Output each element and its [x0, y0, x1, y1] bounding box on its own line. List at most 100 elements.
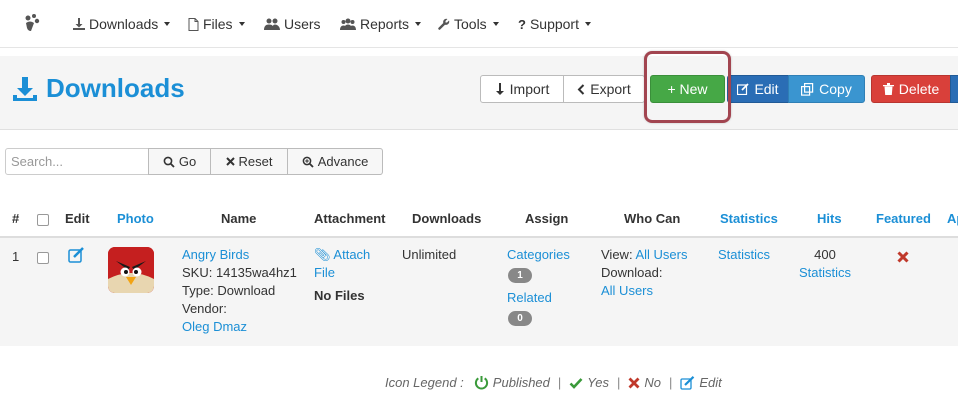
attach-file-label[interactable]: File	[314, 264, 370, 282]
legend-title: Icon Legend :	[385, 375, 464, 390]
power-icon	[474, 376, 488, 390]
more-actions-button[interactable]	[950, 75, 958, 103]
vendor-link[interactable]: Oleg Dmaz	[182, 318, 297, 336]
hits-statistics-link[interactable]: Statistics	[797, 264, 853, 282]
import-label: Import	[509, 81, 550, 97]
nav-support-label: Support	[529, 16, 579, 32]
new-label: + New	[667, 81, 708, 97]
nav-tools[interactable]: Tools	[438, 16, 499, 32]
zoom-in-icon	[302, 156, 314, 168]
categories-link[interactable]: Categories	[507, 246, 570, 264]
wrench-icon	[438, 18, 450, 30]
advance-button[interactable]: Advance	[287, 148, 383, 175]
download-users-link[interactable]: All Users	[601, 282, 687, 300]
angry-bird-icon	[108, 247, 154, 293]
col-who-can: Who Can	[624, 211, 681, 226]
chevron-down-icon	[238, 22, 245, 26]
view-label: View:	[601, 247, 633, 262]
col-photo[interactable]: Photo	[117, 211, 154, 226]
trash-icon	[882, 83, 894, 95]
who-can-cell: View: All Users Download: All Users	[601, 246, 687, 300]
legend-no: No	[644, 375, 661, 390]
new-button[interactable]: + New	[650, 75, 725, 103]
legend-separator: |	[669, 375, 673, 390]
row-number: 1	[12, 249, 20, 264]
row-checkbox[interactable]	[37, 252, 49, 264]
col-truncated[interactable]: Ap	[947, 211, 958, 226]
reset-button[interactable]: Reset	[210, 148, 288, 175]
related-link[interactable]: Related	[507, 289, 570, 307]
chevron-down-icon	[492, 22, 499, 26]
import-button[interactable]: Import	[480, 75, 564, 103]
close-icon	[628, 377, 640, 388]
edit-icon	[737, 83, 750, 95]
logo-icon[interactable]	[22, 13, 42, 33]
chevron-left-icon	[577, 83, 585, 95]
nav-downloads[interactable]: Downloads	[73, 16, 171, 32]
legend-separator: |	[557, 375, 562, 390]
check-icon	[569, 377, 583, 389]
nav-files-label: Files	[203, 16, 233, 32]
page-title: Downloads	[12, 73, 185, 104]
delete-button[interactable]: Delete	[871, 75, 951, 103]
search-input[interactable]	[5, 148, 149, 175]
paperclip-icon: 📎︎	[314, 247, 331, 262]
nav-files[interactable]: Files	[188, 16, 245, 32]
users-icon	[264, 18, 280, 30]
name-cell: Angry Birds SKU: 14135wa4hz1 Type: Downl…	[182, 246, 297, 336]
nav-downloads-label: Downloads	[89, 16, 159, 32]
vendor-label: Vendor:	[182, 301, 227, 316]
legend-edit: Edit	[699, 375, 722, 390]
legend-yes: Yes	[587, 375, 609, 390]
nav-reports-label: Reports	[360, 16, 410, 32]
nav-reports[interactable]: Reports	[340, 16, 422, 32]
download-label: Download:	[601, 265, 663, 280]
page-title-text: Downloads	[46, 73, 185, 103]
edit-button[interactable]: Edit	[727, 75, 789, 103]
col-downloads: Downloads	[412, 211, 482, 226]
edit-label: Edit	[754, 81, 779, 97]
view-users-link[interactable]: All Users	[635, 247, 687, 262]
col-number: #	[12, 211, 20, 226]
col-hits[interactable]: Hits	[817, 211, 842, 226]
select-all-checkbox[interactable]	[37, 214, 49, 226]
top-navbar: Downloads Files Users Reports Tools ? Su…	[0, 0, 958, 48]
edit-icon	[680, 375, 695, 390]
delete-label: Delete	[898, 81, 940, 97]
hits-cell: 400 Statistics	[797, 246, 853, 282]
product-name-link[interactable]: Angry Birds	[182, 246, 297, 264]
product-photo[interactable]	[108, 247, 154, 293]
icon-legend: Icon Legend : Published | Yes | No | Edi…	[385, 375, 722, 390]
go-label: Go	[178, 154, 197, 169]
search-icon	[163, 156, 175, 168]
categories-count-badge: 1	[508, 268, 532, 283]
chevron-down-icon	[164, 22, 171, 26]
arrow-down-icon	[495, 83, 504, 95]
attachment-status: No Files	[314, 288, 365, 303]
edit-icon[interactable]	[68, 247, 85, 263]
legend-published: Published	[492, 375, 550, 390]
col-statistics[interactable]: Statistics	[720, 211, 778, 226]
copy-icon	[801, 82, 814, 96]
attach-file-link[interactable]: 📎︎ Attach	[314, 246, 370, 264]
statistics-link[interactable]: Statistics	[718, 246, 770, 264]
col-attachment: Attachment	[314, 211, 386, 226]
legend-separator: |	[616, 375, 621, 390]
nav-support[interactable]: ? Support	[518, 16, 591, 32]
featured-no-icon[interactable]	[897, 251, 909, 263]
file-icon	[188, 17, 199, 31]
export-button[interactable]: Export	[563, 75, 645, 103]
chevron-down-icon	[585, 22, 591, 26]
col-name: Name	[221, 211, 257, 226]
copy-label: Copy	[819, 81, 852, 97]
copy-button[interactable]: Copy	[788, 75, 865, 103]
hits-count: 400	[814, 247, 836, 262]
nav-users[interactable]: Users	[264, 16, 321, 32]
reset-label: Reset	[238, 154, 273, 169]
chevron-down-icon	[415, 22, 422, 26]
product-sku: SKU: 14135wa4hz1	[182, 265, 297, 280]
question-icon: ?	[518, 16, 526, 32]
attach-label: Attach	[333, 247, 371, 262]
go-button[interactable]: Go	[148, 148, 211, 175]
col-featured[interactable]: Featured	[876, 211, 931, 226]
